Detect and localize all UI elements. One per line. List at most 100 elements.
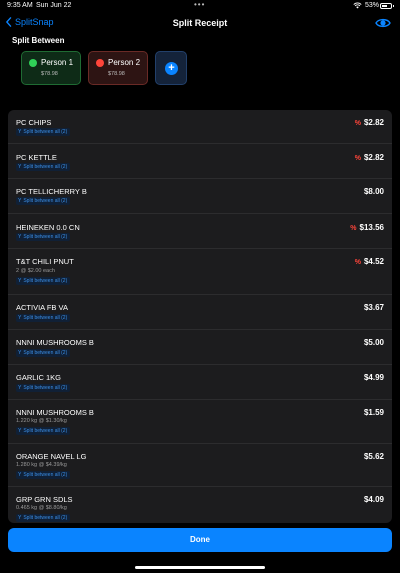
item-detail: 1.220 kg @ $1.30/kg: [16, 418, 67, 424]
split-icon: Y: [18, 350, 22, 356]
person-name: Person 2: [108, 58, 141, 67]
person-2-color-dot: [96, 59, 104, 67]
item-name: PC CHIPS: [16, 118, 52, 127]
price-value: $5.00: [363, 338, 384, 347]
nav-bar: SplitSnap Split Receipt: [0, 14, 400, 32]
price-value: $13.56: [359, 223, 384, 232]
split-label: Split between all (2): [23, 234, 68, 240]
eye-icon[interactable]: [375, 16, 391, 30]
person-1-color-dot: [29, 59, 37, 67]
list-item[interactable]: PC CHIPS Y Split between all (2) % $2.82: [8, 110, 392, 144]
list-item[interactable]: GRP GRN SDLS 0.465 kg @ $8.80/kg Y Split …: [8, 487, 392, 523]
price-value: $2.82: [363, 153, 384, 162]
item-name: GARLIC 1KG: [16, 373, 62, 382]
wifi-icon: [353, 2, 362, 9]
item-name: GRP GRN SDLS: [16, 495, 73, 504]
item-price: $4.09: [364, 495, 384, 504]
list-item[interactable]: HEINEKEN 0.0 CN Y Split between all (2) %…: [8, 214, 392, 249]
split-icon: Y: [18, 278, 22, 284]
split-label: Split between all (2): [23, 129, 68, 135]
item-price: % $13.56: [350, 223, 384, 232]
split-badge[interactable]: Y Split between all (2): [16, 314, 71, 322]
split-label: Split between all (2): [23, 164, 68, 170]
list-item[interactable]: NNNI MUSHROOMS B Y Split between all (2) …: [8, 330, 392, 365]
split-badge[interactable]: Y Split between all (2): [16, 349, 71, 357]
item-name: NNNI MUSHROOMS B: [16, 408, 94, 417]
battery-icon: [380, 3, 394, 9]
list-item[interactable]: GARLIC 1KG Y Split between all (2) $4.99: [8, 365, 392, 400]
person-2-card[interactable]: Person 2 $78.98: [88, 51, 148, 85]
list-item[interactable]: ACTIVIA FB VA Y Split between all (2) $3.…: [8, 295, 392, 330]
list-item[interactable]: ORANGE NAVEL LG 1.280 kg @ $4.39/kg Y Spl…: [8, 444, 392, 487]
split-badge[interactable]: Y Split between all (2): [16, 163, 71, 171]
price-value: $4.99: [363, 373, 384, 382]
price-value: $4.09: [363, 495, 384, 504]
plus-icon: +: [165, 62, 178, 75]
item-detail: 2 @ $2.00 each: [16, 268, 55, 274]
percent-icon[interactable]: %: [355, 120, 361, 127]
split-icon: Y: [18, 385, 22, 391]
percent-icon[interactable]: %: [355, 155, 361, 162]
item-name: PC TELLICHERRY B: [16, 187, 87, 196]
person-1-card[interactable]: Person 1 $78.98: [21, 51, 81, 85]
person-amount: $78.98: [108, 71, 125, 77]
receipt-items-list[interactable]: PC CHIPS Y Split between all (2) % $2.82 P…: [8, 110, 392, 523]
list-item[interactable]: PC KETTLE Y Split between all (2) % $2.82: [8, 144, 392, 179]
split-icon: Y: [18, 234, 22, 240]
price-value: $4.52: [363, 257, 384, 266]
item-name: NNNI MUSHROOMS B: [16, 338, 94, 347]
split-icon: Y: [18, 472, 22, 478]
status-bar: 9:35 AM Sun Jun 22 ••• 53%: [0, 0, 400, 12]
split-badge[interactable]: Y Split between all (2): [16, 427, 71, 435]
split-label: Split between all (2): [23, 198, 68, 204]
add-person-button[interactable]: +: [155, 51, 187, 85]
item-price: $4.99: [364, 373, 384, 382]
item-price: $1.59: [364, 408, 384, 417]
list-item[interactable]: NNNI MUSHROOMS B 1.220 kg @ $1.30/kg Y Sp…: [8, 400, 392, 444]
split-icon: Y: [18, 428, 22, 434]
home-indicator[interactable]: [135, 566, 265, 569]
status-time: 9:35 AM: [7, 2, 33, 9]
done-button[interactable]: Done: [8, 528, 392, 552]
split-label: Split between all (2): [23, 350, 68, 356]
percent-icon[interactable]: %: [350, 225, 356, 232]
item-price: % $2.82: [355, 118, 384, 127]
split-badge[interactable]: Y Split between all (2): [16, 128, 71, 136]
item-name: ACTIVIA FB VA: [16, 303, 68, 312]
person-amount: $78.98: [41, 71, 58, 77]
item-price: % $2.82: [355, 153, 384, 162]
status-date: Sun Jun 22: [36, 2, 72, 9]
item-price: $5.00: [364, 338, 384, 347]
price-value: $8.00: [363, 187, 384, 196]
split-icon: Y: [18, 198, 22, 204]
split-badge[interactable]: Y Split between all (2): [16, 384, 71, 392]
percent-icon[interactable]: %: [355, 259, 361, 266]
list-item[interactable]: T&T CHILI PNUT 2 @ $2.00 each Y Split bet…: [8, 249, 392, 295]
item-name: ORANGE NAVEL LG: [16, 452, 87, 461]
split-label: Split between all (2): [23, 428, 68, 434]
split-badge[interactable]: Y Split between all (2): [16, 277, 71, 285]
split-badge[interactable]: Y Split between all (2): [16, 471, 71, 479]
battery-percent: 53%: [365, 2, 380, 9]
split-icon: Y: [18, 164, 22, 170]
multitasking-dots-icon[interactable]: •••: [194, 0, 205, 9]
split-label: Split between all (2): [23, 515, 68, 521]
item-detail: 0.465 kg @ $8.80/kg: [16, 505, 67, 511]
item-price: $3.67: [364, 303, 384, 312]
item-name: HEINEKEN 0.0 CN: [16, 223, 80, 232]
split-badge[interactable]: Y Split between all (2): [16, 233, 71, 241]
split-icon: Y: [18, 315, 22, 321]
price-value: $5.62: [363, 452, 384, 461]
split-label: Split between all (2): [23, 315, 68, 321]
price-value: $1.59: [363, 408, 384, 417]
split-badge[interactable]: Y Split between all (2): [16, 514, 71, 522]
price-value: $2.82: [363, 118, 384, 127]
split-icon: Y: [18, 129, 22, 135]
split-badge[interactable]: Y Split between all (2): [16, 197, 71, 205]
item-detail: 1.280 kg @ $4.39/kg: [16, 462, 67, 468]
split-label: Split between all (2): [23, 278, 68, 284]
page-title: Split Receipt: [172, 18, 228, 28]
list-item[interactable]: PC TELLICHERRY B Y Split between all (2) …: [8, 179, 392, 214]
split-label: Split between all (2): [23, 385, 68, 391]
split-icon: Y: [18, 515, 22, 521]
